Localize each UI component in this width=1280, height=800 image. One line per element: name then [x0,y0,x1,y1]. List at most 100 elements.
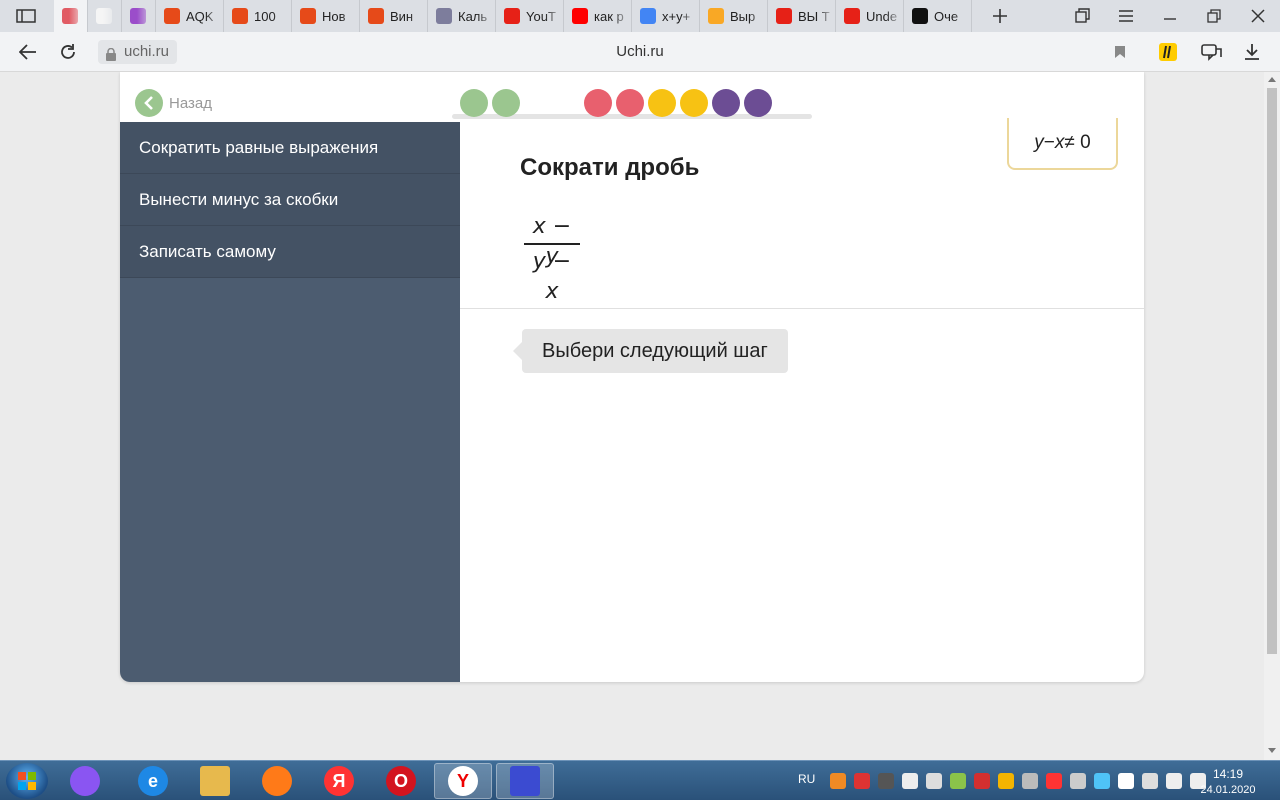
browser-tab[interactable]: Выр [700,0,768,32]
bookmarks-panel-icon[interactable] [1068,0,1096,32]
system-tray [830,773,1214,789]
tray-icon[interactable] [1022,773,1038,789]
tray-icon[interactable] [1142,773,1158,789]
tab-label: как р [594,8,624,24]
condition-rel: ≠ 0 [1064,132,1091,153]
new-tab-button[interactable] [986,0,1014,32]
tray-icon[interactable] [1118,773,1134,789]
tab-label: Каль [458,8,488,24]
youtube-icon [844,8,860,24]
shop-bag-icon [164,8,180,24]
browser-tab[interactable] [88,0,122,32]
menu-icon[interactable] [1112,0,1140,32]
opera-icon: O [386,766,416,796]
tray-icon[interactable] [830,773,846,789]
tray-icon[interactable] [902,773,918,789]
taskbar-app-firefox[interactable] [248,763,306,799]
option-write-yourself[interactable]: Записать самому [120,226,460,278]
browser-tab[interactable]: ВЫ Т [768,0,836,32]
browser-tab[interactable]: Нов [292,0,360,32]
tab-label: 100 [254,8,276,24]
tab-label: Нов [322,8,346,24]
taskbar-app-opera[interactable]: O [372,763,430,799]
option-factor-minus[interactable]: Вынести минус за скобки [120,174,460,226]
taskbar-app-save-disk[interactable] [496,763,554,799]
orange-circle-icon [708,8,724,24]
yandex-icon [572,8,588,24]
browser-tab[interactable]: AQK [156,0,224,32]
progress-dot [648,89,676,117]
firefox-icon [262,766,292,796]
messenger-icon[interactable] [1200,40,1224,64]
scroll-down-arrow-icon[interactable] [1268,748,1276,753]
reload-button[interactable] [56,40,80,64]
option-reduce-equal[interactable]: Сократить равные выражения [120,122,460,174]
tray-icon[interactable] [1046,773,1062,789]
tray-icon[interactable] [854,773,870,789]
z-icon [912,8,928,24]
tray-icon[interactable] [998,773,1014,789]
url-field[interactable]: uchi.ru [98,40,178,64]
minimize-button[interactable] [1156,0,1184,32]
start-button[interactable] [6,763,48,799]
back-button[interactable]: Назад [135,89,212,117]
clock[interactable]: 14:19 24.01.2020 [1190,766,1266,798]
downloads-icon[interactable] [1240,40,1264,64]
taskbar-app-yandex-browser[interactable]: Я [310,763,368,799]
browser-tab[interactable]: как р [564,0,632,32]
scroll-up-arrow-icon[interactable] [1268,77,1276,82]
browser-tab[interactable]: Каль [428,0,496,32]
flask-icon [130,8,146,24]
ie-icon: e [138,766,168,796]
progress-tracker [452,89,812,121]
shop-bag-icon [300,8,316,24]
chevron-left-icon [135,89,163,117]
progress-dot [460,89,488,117]
explorer-icon [200,766,230,796]
tray-icon[interactable] [926,773,942,789]
yandex-zen-icon[interactable] [1156,40,1180,64]
tray-icon[interactable] [950,773,966,789]
tray-icon[interactable] [878,773,894,789]
browser-tab[interactable]: YouT [496,0,564,32]
tray-icon[interactable] [1070,773,1086,789]
taskbar-app-explorer[interactable] [186,763,244,799]
taskbar-app-alice[interactable] [56,763,114,799]
browser-tab[interactable]: Unde [836,0,904,32]
taskbar-app-yandex[interactable]: Y [434,763,492,799]
hint-bubble: Выбери следующий шаг [513,329,788,373]
back-arrow-button[interactable] [16,40,40,64]
restore-button[interactable] [1200,0,1228,32]
back-label: Назад [169,94,212,112]
browser-tab[interactable]: 100 [224,0,292,32]
tray-icon[interactable] [1094,773,1110,789]
page-viewport: Назад Сократить равные выражения Вынести… [0,72,1264,760]
alice-icon [70,766,100,796]
blank-page-icon [96,8,112,24]
browser-tab[interactable]: Оче [904,0,972,32]
progress-dot [584,89,612,117]
sidebar-toggle-icon[interactable] [12,0,40,32]
page-scrollbar[interactable] [1264,72,1280,760]
progress-dot [744,89,772,117]
taskbar-app-ie[interactable]: e [124,763,182,799]
browser-tab[interactable] [122,0,156,32]
yandex-browser-icon: Я [324,766,354,796]
tab-label: Unde [866,8,898,24]
calculator-icon [436,8,452,24]
bookmark-icon[interactable] [1108,40,1132,64]
tab-label: Вин [390,8,414,24]
browser-tab[interactable]: x+y+ [632,0,700,32]
tray-icon[interactable] [1166,773,1182,789]
progress-dot [492,89,520,117]
url-text: uchi.ru [124,43,170,60]
tray-icon[interactable] [974,773,990,789]
browser-tab[interactable] [54,0,88,32]
tab-list: AQK 100 Нов Вин Каль YouT как р x+y+ Выр ВЫ Т Unde… [54,0,972,32]
scroll-thumb[interactable] [1267,88,1277,654]
browser-tab-strip: AQK 100 Нов Вин Каль YouT как р x+y+ Выр ВЫ Т Unde… [0,0,1280,32]
language-indicator[interactable]: RU [798,772,815,786]
browser-tab[interactable]: Вин [360,0,428,32]
condition-badge: y − x ≠ 0 [1007,118,1118,170]
close-window-button[interactable] [1244,0,1272,32]
